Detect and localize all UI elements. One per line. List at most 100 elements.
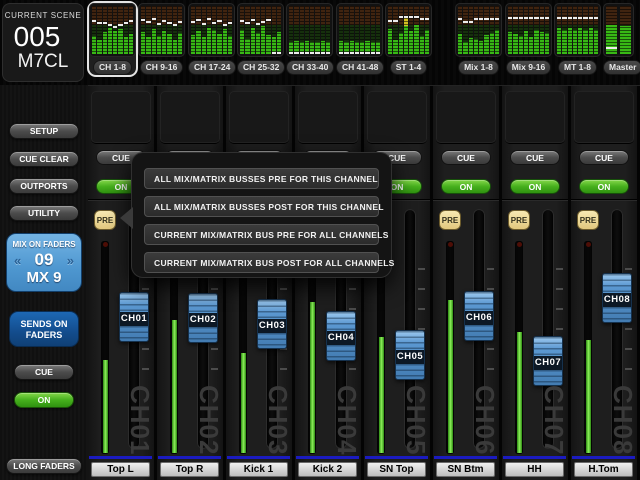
meter-segments-overlay: [344, 6, 348, 54]
channel-thumbnail[interactable]: [367, 91, 427, 144]
channel-thumbnail[interactable]: [160, 91, 220, 144]
meter-bank-ch-1-8[interactable]: CH 1-8: [89, 3, 136, 75]
channel-name[interactable]: Kick 1: [229, 462, 288, 477]
master-on-button[interactable]: ON: [14, 392, 74, 408]
meter-column: [146, 6, 150, 54]
fader-cap[interactable]: CH03: [257, 299, 287, 349]
long-faders-button[interactable]: LONG FADERS: [6, 458, 82, 474]
meter-column: [152, 6, 156, 54]
meter-segments-overlay: [568, 6, 572, 54]
channel-thumbnail[interactable]: [298, 91, 358, 144]
fader-position-mark: [583, 17, 587, 19]
popup-item-all-post-this-channel[interactable]: ALL MIX/MATRIX BUSSES POST FOR THIS CHAN…: [144, 196, 379, 217]
outports-button[interactable]: OUTPORTS: [9, 178, 79, 194]
fader-position-mark: [228, 22, 232, 24]
meter-column: [545, 6, 549, 54]
channel-name[interactable]: H.Tom: [574, 462, 633, 477]
channel-color-bar: [227, 456, 290, 459]
channel-cue-button[interactable]: CUE: [579, 150, 629, 165]
mix-next-arrow-icon[interactable]: »: [67, 253, 74, 268]
meter-bank-ch-41-48[interactable]: CH 41-48: [336, 3, 384, 75]
pre-button[interactable]: PRE: [577, 210, 599, 230]
fader-position-mark: [420, 18, 424, 20]
fader-cap[interactable]: CH04: [326, 311, 356, 361]
meter-bank-st-1-4[interactable]: ST 1-4: [385, 3, 432, 75]
channel-thumbnail[interactable]: [436, 91, 496, 144]
channel-on-button[interactable]: ON: [579, 179, 629, 194]
channel-meter: [515, 241, 523, 454]
meter-bank-ch-33-40[interactable]: CH 33-40: [286, 3, 334, 75]
fader-cap[interactable]: CH06: [464, 291, 494, 341]
meter-bank-mix-9-16[interactable]: Mix 9-16: [505, 3, 552, 75]
meter-column: [490, 6, 494, 54]
meter-column: [404, 6, 408, 54]
master-cue-button[interactable]: CUE: [14, 364, 74, 380]
fader-cap[interactable]: CH05: [395, 330, 425, 380]
meter-bank-ch-9-16[interactable]: CH 9-16: [138, 3, 185, 75]
meter-column: [326, 6, 330, 54]
meter-segments-overlay: [339, 6, 343, 54]
utility-button[interactable]: UTILITY: [9, 205, 79, 221]
sends-on-faders-button[interactable]: SENDS ON FADERS: [9, 311, 79, 347]
meter-bank-mix-1-8[interactable]: Mix 1-8: [455, 3, 502, 75]
meter-bank-ch-17-24[interactable]: CH 17-24: [188, 3, 236, 75]
channel-name[interactable]: SN Btm: [436, 462, 495, 477]
fader-cap[interactable]: CH01: [119, 292, 149, 342]
fader-position-mark: [479, 18, 483, 20]
channel-thumbnail[interactable]: [229, 91, 289, 144]
cue-clear-button[interactable]: CUE CLEAR: [9, 151, 79, 167]
fader-cap-label: CH07: [534, 356, 562, 370]
strip-divider: [571, 199, 637, 200]
channel-cue-button[interactable]: CUE: [441, 150, 491, 165]
meter-bank-label: CH 17-24: [188, 60, 236, 75]
fader-position-mark: [350, 52, 354, 54]
setup-button[interactable]: SETUP: [9, 123, 79, 139]
meter-segments-overlay: [513, 6, 517, 54]
popup-item-all-pre-this-channel[interactable]: ALL MIX/MATRIX BUSSES PRE FOR THIS CHANN…: [144, 168, 379, 189]
mix-bus-name: MX 9: [7, 269, 81, 286]
fader-position-mark: [108, 24, 112, 26]
mix-on-faders-title: MIX ON FADERS: [7, 240, 81, 249]
channel-thumbnail[interactable]: [91, 91, 151, 144]
meter-segments-overlay: [277, 6, 281, 54]
channel-name[interactable]: Top R: [160, 462, 219, 477]
channel-name[interactable]: HH: [505, 462, 564, 477]
channel-thumbnail[interactable]: [505, 91, 565, 144]
fader-cap[interactable]: CH02: [188, 293, 218, 343]
channel-on-button[interactable]: ON: [510, 179, 560, 194]
fader-cap[interactable]: CH08: [602, 273, 632, 323]
scene-panel[interactable]: CURRENT SCENE 005 M7CL: [2, 3, 84, 82]
meter-column: [519, 6, 523, 54]
pre-button[interactable]: PRE: [439, 210, 461, 230]
fader-position-mark: [294, 52, 298, 54]
fader-cap-label: CH06: [465, 311, 493, 325]
fader-scale-tick: [556, 308, 563, 310]
mix-on-faders-panel[interactable]: MIX ON FADERS « 09 » MX 9: [6, 233, 82, 292]
channel-on-button[interactable]: ON: [441, 179, 491, 194]
channel-strip-ch08: CUEONPRECH08CH08H.Tom: [571, 86, 637, 480]
fader-position-mark: [524, 17, 528, 19]
pre-button[interactable]: PRE: [508, 210, 530, 230]
meter-segments-overlay: [272, 6, 276, 54]
popup-item-current-pre-all-channels[interactable]: CURRENT MIX/MATRIX BUS PRE FOR ALL CHANN…: [144, 224, 379, 245]
meter-bank-master[interactable]: Master: [603, 3, 640, 75]
meter-column: [620, 6, 631, 54]
meter-segments-overlay: [463, 6, 467, 54]
meter-segments-overlay: [256, 6, 260, 54]
channel-meter-fill: [103, 360, 108, 453]
meter-bank-mt-1-8[interactable]: MT 1-8: [554, 3, 601, 75]
channel-name[interactable]: SN Top: [367, 462, 426, 477]
fader-cap[interactable]: CH07: [533, 336, 563, 386]
channel-name[interactable]: Kick 2: [298, 462, 357, 477]
meter-column: [365, 6, 369, 54]
pre-button[interactable]: PRE: [94, 210, 116, 230]
channel-thumbnail[interactable]: [574, 91, 634, 144]
channel-name[interactable]: Top L: [91, 462, 150, 477]
meter-segments-overlay: [162, 6, 166, 54]
mix-prev-arrow-icon[interactable]: «: [14, 253, 21, 268]
channel-meter-fill: [172, 320, 177, 453]
popup-item-current-post-all-channels[interactable]: CURRENT MIX/MATRIX BUS POST FOR ALL CHAN…: [144, 252, 379, 273]
fader-position-mark: [162, 20, 166, 22]
meter-bank-ch-25-32[interactable]: CH 25-32: [237, 3, 285, 75]
channel-cue-button[interactable]: CUE: [510, 150, 560, 165]
